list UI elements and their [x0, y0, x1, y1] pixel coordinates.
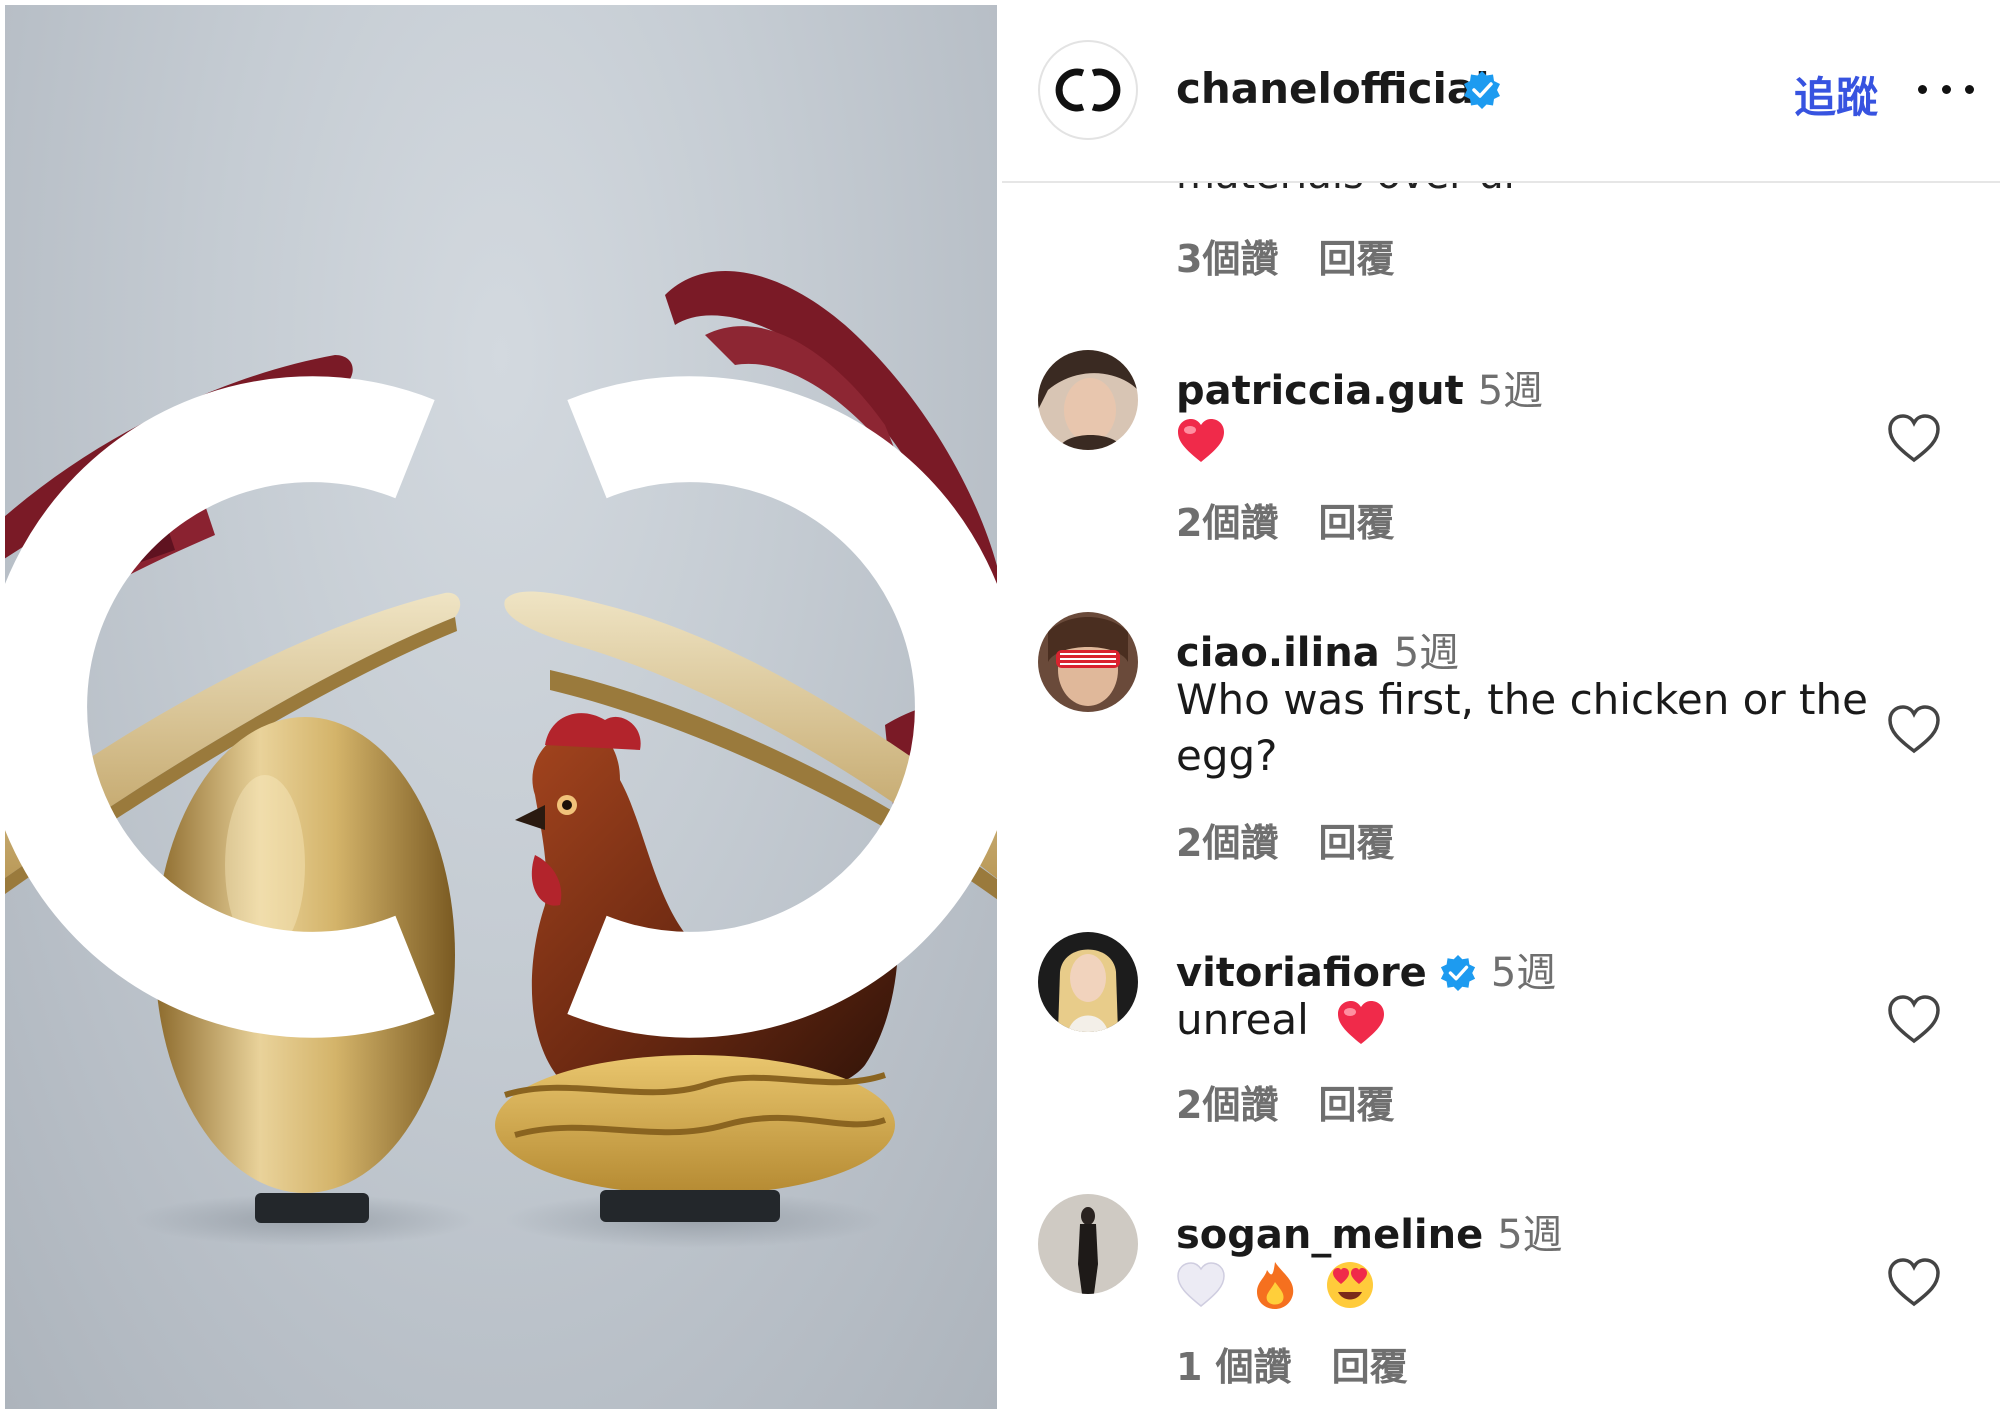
comment-time: 5週 — [1490, 950, 1557, 996]
red-heart-emoji-icon — [1338, 1000, 1385, 1044]
post-header: chanelofficial 追蹤 — [1002, 0, 2000, 183]
comment-username[interactable]: sogan_meline — [1176, 1212, 1483, 1258]
partial-comment-meta: 3個讚 回覆 — [1176, 228, 1394, 283]
comment-username[interactable]: vitoriafiore — [1176, 950, 1427, 996]
avatar-photo-icon — [1038, 1194, 1138, 1294]
heart-outline-icon — [1888, 995, 1940, 1044]
post-author-username[interactable]: chanelofficial — [1176, 64, 1490, 113]
comment-header: ciao.ilina 5週 — [1176, 620, 1459, 678]
verified-badge-icon — [1440, 954, 1475, 992]
chanel-logo — [5, 376, 997, 1038]
dot — [1965, 84, 1974, 94]
verified-badge-icon — [1464, 71, 1500, 109]
comment-username[interactable]: ciao.ilina — [1176, 630, 1380, 676]
dot — [1918, 84, 1927, 94]
comment-meta: 2個讚 回覆 — [1176, 1074, 1394, 1129]
like-heart-icon[interactable] — [1886, 703, 1942, 755]
reply-button[interactable]: 回覆 — [1318, 812, 1394, 867]
like-heart-icon[interactable] — [1886, 1256, 1942, 1308]
comment-username[interactable]: patriccia.gut — [1176, 368, 1464, 414]
reply-button[interactable]: 回覆 — [1318, 228, 1394, 283]
avatar[interactable] — [1038, 350, 1138, 450]
chanel-avatar[interactable] — [1038, 40, 1138, 140]
heart-outline-icon — [1888, 705, 1940, 754]
avatar-photo-icon — [1038, 932, 1138, 1032]
like-count[interactable]: 1 個讚 — [1176, 1336, 1292, 1391]
heart-outline-icon — [1888, 1258, 1940, 1307]
comment-header: sogan_meline 5週 — [1176, 1202, 1563, 1260]
comment-text — [1176, 1254, 1876, 1310]
heart-outline-icon — [1888, 414, 1940, 463]
avatar[interactable] — [1038, 612, 1138, 712]
comment-time: 5週 — [1477, 368, 1544, 414]
comment-time: 5週 — [1393, 630, 1460, 676]
post-image — [5, 5, 997, 1409]
like-count[interactable]: 2個讚 — [1176, 812, 1278, 867]
comments-panel: materials over ur chanelofficial 追蹤 3個讚 … — [1002, 0, 2000, 1414]
like-heart-icon[interactable] — [1886, 993, 1942, 1045]
white-heart-emoji-icon — [1177, 1261, 1225, 1307]
comment-text-content: unreal — [1176, 995, 1309, 1044]
comment-text — [1176, 410, 1876, 466]
comment-header: patriccia.gut 5週 — [1176, 358, 1543, 416]
chanel-cc-icon — [1055, 68, 1121, 112]
reply-button[interactable]: 回覆 — [1318, 1074, 1394, 1129]
comment-time: 5週 — [1497, 1212, 1563, 1258]
like-heart-icon[interactable] — [1886, 412, 1942, 464]
dot — [1941, 84, 1951, 94]
reply-button[interactable]: 回覆 — [1318, 492, 1394, 547]
comment-text: Who was first, the chicken or the egg? — [1176, 675, 1868, 780]
follow-button[interactable]: 追蹤 — [1794, 64, 1878, 125]
heart-eyes-emoji-icon — [1326, 1261, 1373, 1308]
fire-emoji-icon — [1257, 1261, 1294, 1309]
comment-text: unreal — [1176, 992, 1876, 1048]
red-heart-emoji-icon — [1178, 418, 1224, 462]
reply-button[interactable]: 回覆 — [1332, 1336, 1408, 1391]
comment-meta: 2個讚 回覆 — [1176, 492, 1394, 547]
more-options-icon[interactable] — [1918, 64, 1974, 114]
avatar[interactable] — [1038, 932, 1138, 1032]
like-count[interactable]: 2個讚 — [1176, 492, 1278, 547]
avatar-photo-icon — [1038, 350, 1138, 450]
comment-header: vitoriafiore 5週 — [1176, 940, 1556, 998]
like-count[interactable]: 2個讚 — [1176, 1074, 1278, 1129]
comment-meta: 1 個讚 回覆 — [1176, 1336, 1408, 1391]
like-count[interactable]: 3個讚 — [1176, 228, 1278, 283]
avatar[interactable] — [1038, 1194, 1138, 1294]
comment-meta: 2個讚 回覆 — [1176, 812, 1394, 867]
avatar-photo-icon — [1038, 612, 1138, 712]
